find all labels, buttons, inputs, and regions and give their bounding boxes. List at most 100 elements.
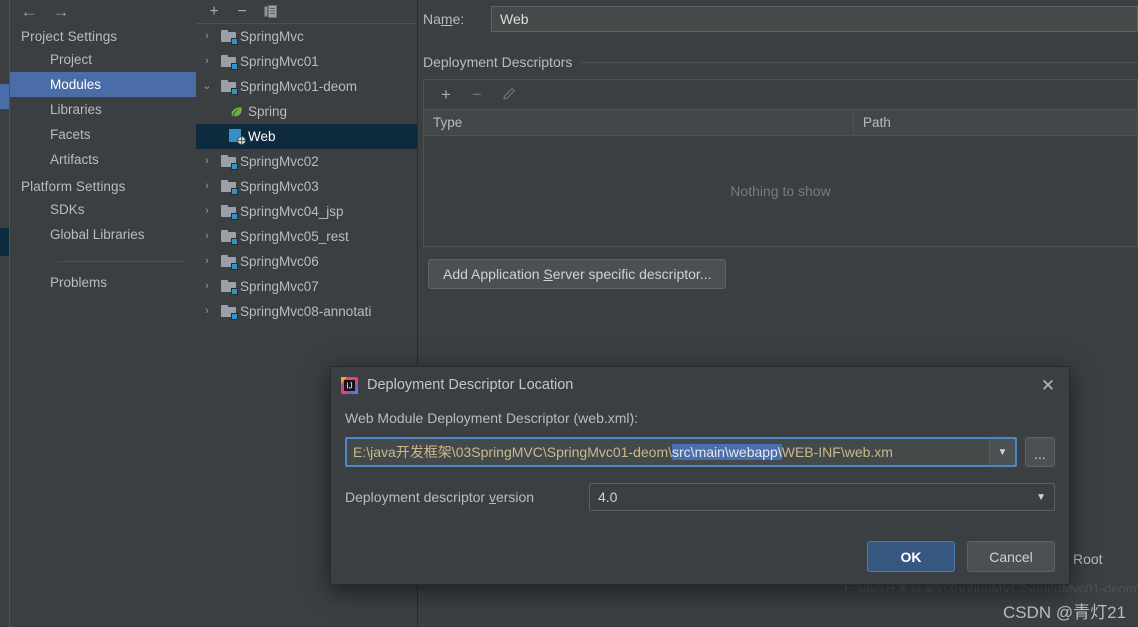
copy-icon bbox=[264, 5, 277, 18]
sidebar-item-facets[interactable]: Facets bbox=[10, 122, 196, 147]
dialog-title: Deployment Descriptor Location bbox=[367, 377, 574, 393]
name-input[interactable] bbox=[491, 6, 1138, 32]
empty-state-text: Nothing to show bbox=[730, 183, 831, 199]
chevron-down-icon: ▼ bbox=[1036, 491, 1046, 503]
remove-descriptor-button[interactable]: − bbox=[463, 83, 491, 107]
sidebar-item-label: Project bbox=[50, 52, 93, 67]
sidebar-item-label: Modules bbox=[50, 77, 102, 92]
tree-row-web-facet[interactable]: Web bbox=[196, 124, 417, 149]
add-descriptor-button[interactable]: + bbox=[432, 83, 460, 107]
chevron-right-icon[interactable]: › bbox=[196, 156, 218, 167]
descriptor-path-text: E:\java开发框架\03SpringMVC\SpringMvc01-deom… bbox=[347, 442, 989, 462]
browse-button[interactable]: ... bbox=[1025, 437, 1055, 467]
sidebar-item-project[interactable]: Project bbox=[10, 47, 196, 72]
chevron-right-icon[interactable]: › bbox=[196, 56, 218, 67]
arrow-left-icon[interactable]: ← bbox=[14, 0, 44, 22]
sidebar-item-modules[interactable]: Modules bbox=[10, 72, 196, 97]
sidebar-item-label: Artifacts bbox=[50, 152, 99, 167]
tree-row-springmvc05-rest[interactable]: › SpringMvc05_rest bbox=[196, 224, 417, 249]
path-prefix: E:\java开发框架\03SpringMVC\SpringMvc01-deom… bbox=[353, 444, 673, 460]
background-selection-navy bbox=[0, 228, 9, 256]
sidebar-item-label: Facets bbox=[50, 127, 91, 142]
pencil-icon bbox=[502, 87, 515, 100]
chevron-right-icon[interactable]: › bbox=[196, 281, 218, 292]
add-app-server-descriptor-button[interactable]: Add Application Server specific descript… bbox=[428, 259, 727, 289]
path-row: E:\java开发框架\03SpringMVC\SpringMvc01-deom… bbox=[345, 437, 1055, 467]
sidebar-item-label: Problems bbox=[50, 275, 108, 290]
path-history-dropdown-icon[interactable]: ▼ bbox=[989, 439, 1015, 465]
name-field-label: Name: bbox=[423, 11, 465, 27]
sidebar-item-sdks[interactable]: SDKs bbox=[10, 197, 196, 222]
dialog-footer: OK Cancel bbox=[867, 541, 1055, 572]
nav-divider bbox=[58, 261, 184, 262]
tree-row-spring-facet[interactable]: Spring bbox=[196, 99, 417, 124]
spring-leaf-icon bbox=[226, 105, 247, 119]
chevron-right-icon[interactable]: › bbox=[196, 256, 218, 267]
module-folder-icon bbox=[218, 179, 239, 195]
chevron-right-icon[interactable]: › bbox=[196, 206, 218, 217]
cancel-button[interactable]: Cancel bbox=[967, 541, 1055, 572]
tree-row-springmvc07[interactable]: › SpringMvc07 bbox=[196, 274, 417, 299]
sidebar-item-label: Global Libraries bbox=[50, 227, 145, 242]
tree-row-springmvc08-annotation[interactable]: › SpringMvc08-annotati bbox=[196, 299, 417, 324]
path-suffix: WEB-INF\web.xm bbox=[781, 444, 893, 460]
sidebar-item-artifacts[interactable]: Artifacts bbox=[10, 147, 196, 172]
module-folder-icon bbox=[218, 154, 239, 170]
tree-row-label: SpringMvc04_jsp bbox=[240, 204, 344, 219]
svg-text:IJ: IJ bbox=[346, 381, 352, 390]
arrow-right-icon[interactable]: → bbox=[46, 0, 76, 22]
intellij-idea-icon: IJ bbox=[341, 376, 358, 394]
tree-row-label: SpringMvc02 bbox=[240, 154, 319, 169]
tree-row-label: SpringMvc08-annotati bbox=[240, 304, 372, 319]
descriptors-toolbar: + − bbox=[424, 80, 1137, 109]
csdn-watermark: CSDN @青灯21 bbox=[1002, 603, 1126, 622]
settings-window: ← → Project Settings Project Modules Lib… bbox=[0, 0, 1138, 627]
dialog-title-bar: IJ Deployment Descriptor Location ✕ bbox=[331, 367, 1069, 403]
chevron-right-icon[interactable]: › bbox=[196, 231, 218, 242]
settings-nav-pane: ← → Project Settings Project Modules Lib… bbox=[10, 0, 196, 627]
tree-row-springmvc[interactable]: › SpringMvc bbox=[196, 24, 417, 49]
module-tree-toolbar: + − bbox=[196, 0, 417, 24]
tree-row-label: SpringMvc05_rest bbox=[240, 229, 349, 244]
path-selected-segment: src\main\webapp\ bbox=[672, 444, 782, 460]
module-folder-icon bbox=[218, 254, 239, 270]
tree-row-springmvc06[interactable]: › SpringMvc06 bbox=[196, 249, 417, 274]
tree-row-springmvc02[interactable]: › SpringMvc02 bbox=[196, 149, 417, 174]
ok-button[interactable]: OK bbox=[867, 541, 955, 572]
sidebar-item-global-libraries[interactable]: Global Libraries bbox=[10, 222, 196, 247]
module-folder-icon bbox=[218, 229, 239, 245]
add-module-button[interactable]: + bbox=[201, 1, 227, 23]
chevron-down-icon[interactable]: ⌄ bbox=[196, 81, 218, 92]
spring-leaf-glyph bbox=[231, 106, 242, 116]
copy-module-button[interactable] bbox=[257, 1, 283, 23]
section-title: Deployment Descriptors bbox=[423, 54, 573, 70]
edit-descriptor-button[interactable] bbox=[494, 83, 522, 107]
nav-group-title-platform-settings: Platform Settings bbox=[21, 179, 126, 194]
close-icon[interactable]: ✕ bbox=[1035, 372, 1061, 398]
tree-row-label: SpringMvc01 bbox=[240, 54, 319, 69]
tree-row-springmvc03[interactable]: › SpringMvc03 bbox=[196, 174, 417, 199]
tree-row-label: SpringMvc01-deom bbox=[240, 79, 358, 94]
deployment-descriptor-location-dialog: IJ Deployment Descriptor Location ✕ Web … bbox=[330, 366, 1070, 585]
remove-module-button[interactable]: − bbox=[229, 1, 255, 23]
descriptor-path-input[interactable]: E:\java开发框架\03SpringMVC\SpringMvc01-deom… bbox=[345, 437, 1017, 467]
tree-row-label: SpringMvc03 bbox=[240, 179, 319, 194]
tree-row-label: Web bbox=[248, 129, 276, 144]
version-select[interactable]: 4.0 ▼ bbox=[589, 483, 1055, 511]
column-header-path[interactable]: Path bbox=[854, 110, 1137, 135]
sidebar-item-libraries[interactable]: Libraries bbox=[10, 97, 196, 122]
chevron-right-icon[interactable]: › bbox=[196, 31, 218, 42]
deployment-descriptors-table: + − Type Path Nothing to show bbox=[423, 79, 1138, 247]
minus-icon: − bbox=[472, 85, 482, 104]
column-header-type[interactable]: Type bbox=[424, 110, 854, 135]
tree-row-label: SpringMvc bbox=[240, 29, 304, 44]
chevron-right-icon[interactable]: › bbox=[196, 306, 218, 317]
tree-row-springmvc01-deom[interactable]: ⌄ SpringMvc01-deom bbox=[196, 74, 417, 99]
tree-row-springmvc01[interactable]: › SpringMvc01 bbox=[196, 49, 417, 74]
path-field-label: Web Module Deployment Descriptor (web.xm… bbox=[345, 410, 639, 426]
sidebar-item-problems[interactable]: Problems bbox=[10, 270, 196, 295]
tree-row-springmvc04-jsp[interactable]: › SpringMvc04_jsp bbox=[196, 199, 417, 224]
dialog-body: Web Module Deployment Descriptor (web.xm… bbox=[331, 403, 1069, 511]
chevron-right-icon[interactable]: › bbox=[196, 181, 218, 192]
descriptors-table-header: Type Path bbox=[424, 109, 1137, 136]
